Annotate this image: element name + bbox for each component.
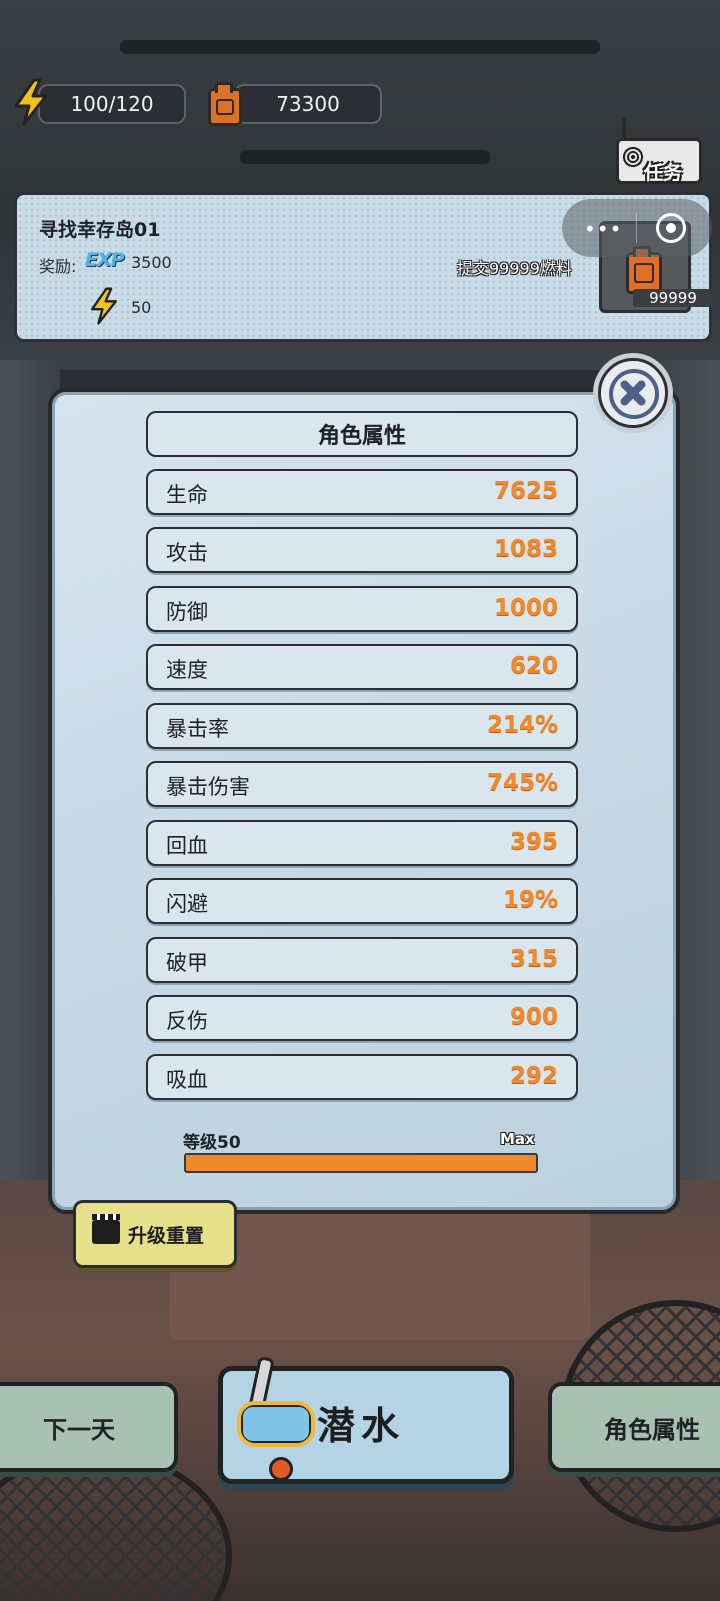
stat-row-armor-break: 破甲 315 [146, 937, 578, 983]
stat-value: 292 [509, 1063, 558, 1089]
stat-name: 破甲 [166, 951, 208, 975]
stat-row-attack: 攻击 1083 [146, 527, 578, 573]
energy-reward-value: 50 [131, 298, 152, 317]
submit-fuel-text: 提交99999燃料 [457, 259, 572, 278]
stat-row-crit-damage: 暴击伤害 745% [146, 761, 578, 807]
stat-name: 速度 [166, 658, 208, 682]
capsule-divider [636, 213, 637, 243]
stat-row-crit-rate: 暴击率 214% [146, 703, 578, 749]
stat-name: 闪避 [166, 892, 208, 916]
more-icon[interactable]: ••• [584, 217, 622, 241]
reward-label: 奖励: [39, 257, 77, 276]
next-day-label: 下一天 [43, 1415, 115, 1444]
attributes-label: 角色属性 [604, 1415, 700, 1444]
stat-value: 745% [486, 770, 558, 796]
stat-name: 防御 [166, 600, 208, 624]
energy-pill: 100/120 [38, 84, 186, 124]
stat-row-defense: 防御 1000 [146, 586, 578, 632]
clapperboard-icon [92, 1214, 120, 1244]
stat-row-dodge: 闪避 19% [146, 878, 578, 924]
stat-row-regen: 回血 395 [146, 820, 578, 866]
ceiling-beam [240, 150, 490, 164]
fuel-required: 99999 [633, 289, 713, 307]
fuel-can-icon [626, 246, 662, 294]
level-progress-bar [184, 1153, 538, 1173]
stat-name: 暴击率 [166, 717, 229, 741]
fuel-can-icon [208, 82, 242, 126]
stat-value: 620 [509, 653, 558, 679]
stat-row-lifesteal: 吸血 292 [146, 1054, 578, 1100]
stat-value: 315 [509, 946, 558, 972]
fuel-value: 73300 [276, 92, 340, 116]
lightning-icon [14, 78, 48, 126]
stat-value: 900 [509, 1004, 558, 1030]
stat-name: 吸血 [166, 1068, 208, 1092]
stat-row-reflect: 反伤 900 [146, 995, 578, 1041]
stat-value: 19% [502, 887, 558, 913]
stat-name: 反伤 [166, 1009, 208, 1033]
max-label: Max [500, 1130, 535, 1148]
task-label: 任务 [644, 162, 683, 184]
level-label: 等级50 [183, 1133, 241, 1153]
mini-program-capsule: ••• [562, 199, 712, 257]
close-button[interactable] [598, 358, 668, 428]
stat-value: 395 [509, 829, 558, 855]
dive-button[interactable]: 潜水 [218, 1355, 514, 1484]
close-icon [609, 369, 659, 419]
exp-reward-value: 3500 [131, 253, 172, 272]
stat-value: 1083 [493, 536, 558, 562]
radio-speaker [622, 146, 644, 168]
stat-row-hp: 生命 7625 [146, 469, 578, 515]
stat-value: 1000 [493, 595, 558, 621]
stat-name: 暴击伤害 [166, 775, 250, 799]
task-button[interactable]: 任务 [610, 118, 702, 184]
close-app-icon[interactable] [656, 213, 686, 243]
energy-value: 100/120 [70, 92, 154, 116]
next-day-button[interactable]: 下一天 [0, 1382, 178, 1472]
stat-value: 214% [486, 712, 558, 738]
exp-icon: EXP [85, 249, 125, 271]
stat-row-speed: 速度 620 [146, 644, 578, 690]
level-progress-fill [186, 1155, 536, 1171]
diving-mask-icon [237, 1401, 315, 1447]
snorkel-mouthpiece-icon [269, 1457, 293, 1481]
stat-name: 回血 [166, 834, 208, 858]
stat-name: 生命 [166, 483, 208, 507]
upgrade-reset-label: 升级重置 [128, 1225, 205, 1247]
fuel-pill: 73300 [234, 84, 382, 124]
quest-title: 寻找幸存岛01 [39, 219, 161, 241]
ceiling-beam [120, 40, 600, 54]
dive-label: 潜水 [317, 1404, 406, 1448]
stat-value: 7625 [493, 478, 558, 504]
upgrade-reset-button[interactable]: 升级重置 [73, 1200, 237, 1268]
panel-title: 角色属性 [146, 411, 578, 457]
lightning-icon [90, 287, 118, 325]
attributes-button[interactable]: 角色属性 [548, 1382, 720, 1472]
stat-name: 攻击 [166, 541, 208, 565]
